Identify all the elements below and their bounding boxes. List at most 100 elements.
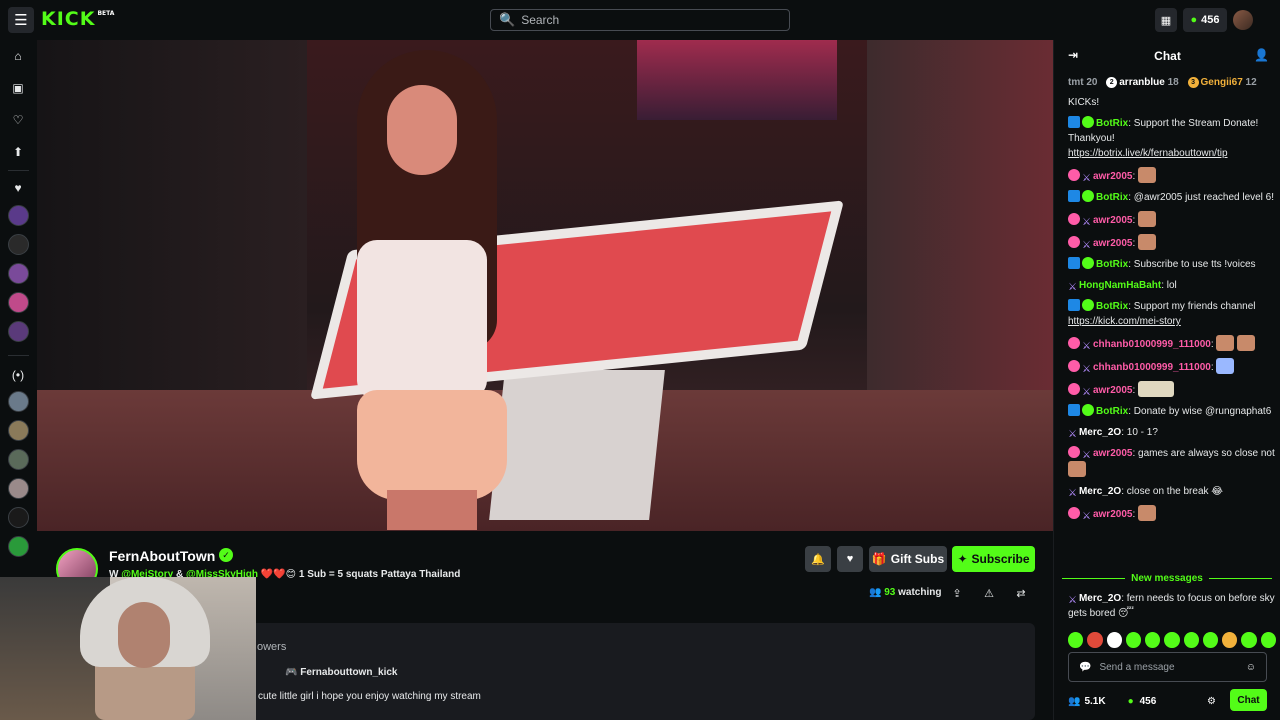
chat-message: ⚔ awr2005: xyxy=(1068,167,1276,184)
chat-message: ⚔ HongNamHaBaht: lol xyxy=(1068,280,1177,293)
bot-badge-icon xyxy=(1068,116,1080,128)
settings-icon[interactable]: ⚙ xyxy=(1207,696,1216,707)
following-icon[interactable]: ♡ xyxy=(9,111,27,129)
chat-message: BotRix: @awr2005 just reached level 6! xyxy=(1068,190,1276,205)
gift-leaderboard: tmt 20 2 arranblue 18 3 Gengii67 12 xyxy=(1068,77,1257,89)
followed-channel-avatar[interactable] xyxy=(8,321,29,342)
new-messages-divider[interactable]: New messages xyxy=(1062,571,1272,585)
chat-message: ⚔ chhanb01000999_111000: xyxy=(1068,358,1276,375)
kick-logo[interactable]: KICK BETA xyxy=(41,8,114,30)
browse-icon[interactable]: ▦ xyxy=(1155,8,1177,32)
home-icon[interactable]: ⌂ xyxy=(9,47,27,65)
verified-badge-icon xyxy=(1082,116,1094,128)
chat-users-icon[interactable]: 👤 xyxy=(1254,48,1269,62)
emote-icon[interactable] xyxy=(1202,632,1219,648)
user-avatar[interactable] xyxy=(1233,10,1253,30)
recommended-channel-avatar[interactable] xyxy=(8,507,29,528)
share-icon[interactable]: ⇪ xyxy=(950,586,964,600)
viewers-icon: 👥 xyxy=(869,587,882,598)
sub-badge-icon xyxy=(1068,383,1080,395)
emote-icon[interactable] xyxy=(1183,632,1199,648)
moderator-icon: ⚔ xyxy=(1068,488,1077,499)
followed-channel-avatar[interactable] xyxy=(8,234,29,255)
discord-icon: 🎮 xyxy=(285,667,298,678)
bot-badge-icon xyxy=(1068,299,1080,311)
subscribe-button[interactable]: ✦ Subscribe xyxy=(952,546,1035,572)
emote-icon[interactable] xyxy=(1125,632,1142,648)
followers-label: owers xyxy=(257,641,287,653)
video-player[interactable] xyxy=(37,40,1053,531)
bot-badge-icon xyxy=(1068,190,1080,202)
sub-badge-icon xyxy=(1068,169,1080,181)
sub-badge-icon xyxy=(1068,236,1080,248)
chat-message: BotRix: Support my friends channel https… xyxy=(1068,299,1256,327)
recommended-channel-avatar[interactable] xyxy=(8,478,29,499)
chat-message: BotRix: Subscribe to use tts !voices xyxy=(1068,257,1276,272)
collapse-chat-icon[interactable]: ⇥ xyxy=(1068,48,1078,62)
emote-icon xyxy=(1138,381,1175,397)
viewer-count: 👥 93 watching xyxy=(869,587,942,598)
send-chat-button[interactable]: Chat xyxy=(1230,689,1267,711)
gift-icon: 🎁 xyxy=(871,552,887,566)
channel-name[interactable]: FernAboutTown xyxy=(109,548,215,564)
moderator-icon: ⚔ xyxy=(1068,282,1077,293)
bot-badge-icon xyxy=(1068,404,1080,416)
moderator-icon: ⚔ xyxy=(1082,217,1091,228)
kicks-button[interactable]: ● 456 xyxy=(1183,8,1227,32)
chat-title: Chat xyxy=(1154,49,1181,63)
gift-subs-button[interactable]: 🎁 Gift Subs xyxy=(869,546,947,572)
chat-message: ⚔ awr2005: xyxy=(1068,505,1276,522)
chat-message: ⚔ awr2005: xyxy=(1068,381,1276,398)
discord-link[interactable]: 🎮 Fernabouttown_kick xyxy=(285,667,397,678)
followed-channel-avatar[interactable] xyxy=(8,263,29,284)
moderator-icon: ⚔ xyxy=(1082,450,1091,461)
browse-icon[interactable]: ▣ xyxy=(9,79,27,97)
recommended-channel-avatar[interactable] xyxy=(8,536,29,557)
followed-channel-avatar[interactable] xyxy=(8,205,29,226)
notification-bell-button[interactable]: 🔔 xyxy=(805,546,831,572)
emote-icon xyxy=(1216,335,1235,351)
chat-message: KICKs! xyxy=(1068,97,1100,108)
report-icon[interactable]: ⚠ xyxy=(982,586,996,600)
chat-message: ⚔ Merc_2O: fern needs to focus on before … xyxy=(1068,593,1275,619)
emoji-picker-icon[interactable]: ☺ xyxy=(1246,662,1256,673)
search-bar[interactable]: 🔍 xyxy=(490,9,790,31)
emote-icon[interactable] xyxy=(1222,632,1238,648)
moderator-icon: ⚔ xyxy=(1082,364,1091,375)
emote-icon[interactable] xyxy=(1106,632,1122,648)
emote-icon[interactable] xyxy=(1145,632,1161,648)
host-icon[interactable]: ⇄ xyxy=(1014,586,1028,600)
followed-channel-avatar[interactable] xyxy=(8,292,29,313)
emote-icon xyxy=(1237,335,1256,351)
upload-icon[interactable]: ⬆ xyxy=(9,143,27,161)
recommended-channel-avatar[interactable] xyxy=(8,420,29,441)
follow-heart-button[interactable]: ♥ xyxy=(837,546,863,572)
search-input[interactable] xyxy=(521,13,782,27)
moderator-icon: ⚔ xyxy=(1068,595,1077,606)
emote-icon[interactable] xyxy=(1241,632,1257,648)
kicks-icon: ● xyxy=(1127,695,1134,707)
emote-icon[interactable] xyxy=(1068,632,1084,648)
verified-badge-icon xyxy=(1082,404,1094,416)
chat-input-box[interactable]: 💬 ☺ xyxy=(1068,652,1267,682)
sub-badge-icon xyxy=(1068,360,1080,372)
chat-message: ⚔ Merc_2O: close on the break 😂 xyxy=(1068,486,1223,499)
chat-header: ⇥ Chat 👤 xyxy=(1054,40,1280,72)
moderator-icon: ⚔ xyxy=(1082,341,1091,352)
bot-badge-icon xyxy=(1068,257,1080,269)
emote-icon[interactable] xyxy=(1260,632,1276,648)
emote-icon[interactable] xyxy=(1164,632,1180,648)
recommended-channel-avatar[interactable] xyxy=(8,449,29,470)
chat-message: ⚔ awr2005: xyxy=(1068,211,1276,228)
search-icon: 🔍 xyxy=(499,12,516,27)
chat-message: ⚔ awr2005: xyxy=(1068,234,1276,251)
recommended-channel-avatar[interactable] xyxy=(8,391,29,412)
emote-icon xyxy=(1138,167,1157,183)
moderator-icon: ⚔ xyxy=(1068,429,1077,440)
emote-icon[interactable] xyxy=(1087,632,1103,648)
chat-message-input[interactable] xyxy=(1099,661,1238,673)
emote-icon xyxy=(1138,211,1157,227)
sub-badge-icon xyxy=(1068,337,1080,349)
chat-bubble-icon: 💬 xyxy=(1079,661,1092,673)
menu-icon[interactable]: ☰ xyxy=(8,7,34,33)
